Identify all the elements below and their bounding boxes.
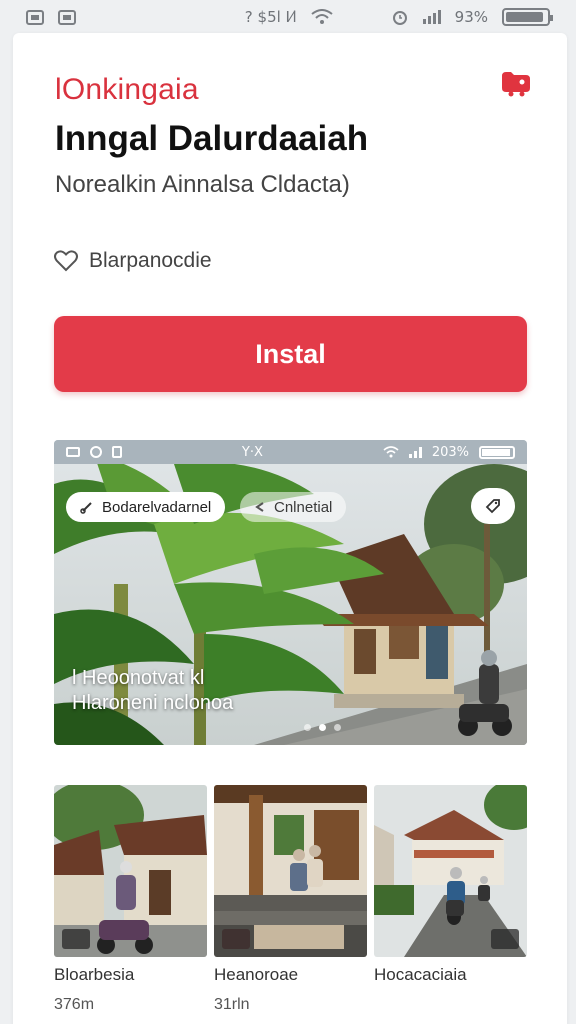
app-title: Inngal Dalurdaaiah — [55, 119, 369, 158]
tag-icon — [485, 499, 500, 514]
gallery-badge-icon — [222, 929, 250, 949]
thumbnail-3-name: Hocacaciaia — [374, 965, 467, 984]
thumbnail-1[interactable]: Bloarbesia 376m — [54, 785, 207, 1013]
carousel-dot[interactable] — [319, 724, 326, 731]
signal-icon — [422, 10, 441, 24]
app-detail-card: lOnkingaia Inngal Dalurdaaiah Norealkin … — [13, 33, 567, 1024]
preview-signal-icon — [408, 446, 422, 458]
install-button[interactable]: Instal — [54, 316, 527, 392]
preview-status-bar: Y·X 203% — [54, 440, 527, 464]
preview-caption-line-2: Hlaroneni nclonoa — [72, 692, 234, 714]
link-icon — [80, 502, 92, 514]
carousel-dots[interactable] — [304, 724, 341, 731]
battery-icon — [502, 8, 553, 26]
gallery-notification-icon — [26, 9, 44, 25]
message-notification-icon — [58, 9, 76, 25]
preview-battery-icon — [479, 445, 515, 459]
preview-chip-secondary[interactable]: Cnlnetial — [240, 492, 347, 522]
preview-chip-primary[interactable]: Bodarelvadarnel — [66, 492, 226, 522]
thumbnail-1-meta: 376m — [54, 996, 95, 1013]
preview-clock-icon — [90, 446, 102, 458]
chevron-icon — [255, 502, 264, 512]
thumbnail-1-name: Bloarbesia — [54, 965, 135, 984]
battery-percent: 93% — [454, 8, 488, 26]
thumbnail-2-image — [214, 785, 367, 957]
thumbnail-3-image — [374, 785, 527, 957]
carousel-dot[interactable] — [334, 724, 341, 731]
preview-status-center: Y·X — [241, 444, 263, 460]
thumbnail-2-meta: 31rln — [214, 996, 250, 1013]
tag-button[interactable] — [471, 488, 515, 524]
status-bar-right: ? $5l ⵏ⁄l 93% — [244, 8, 553, 26]
folder-share-icon — [502, 72, 530, 97]
heart-outline-icon — [54, 250, 78, 272]
preview-battery-percent: 203% — [431, 444, 469, 460]
thumbnail-2[interactable]: Heanoroae 31rln — [214, 785, 367, 1013]
carousel-dot[interactable] — [304, 724, 311, 731]
battery-level — [506, 12, 543, 22]
thumbnail-2-name: Heanoroae — [214, 965, 299, 984]
alarm-icon — [392, 11, 407, 25]
preview-chip-secondary-label: Cnlnetial — [274, 498, 333, 516]
thumbnail-row: Bloarbesia 376m Heanoroae 31rln Hocacaci… — [54, 785, 527, 1024]
share-button[interactable] — [499, 65, 533, 99]
preview-notification-icon — [66, 447, 80, 457]
video-badge-icon — [62, 929, 90, 949]
developer-brand[interactable]: lOnkingaia — [55, 73, 199, 107]
preview-app-icon — [112, 446, 122, 458]
preview-chip-primary-label: Bodarelvadarnel — [102, 498, 212, 516]
favorite-label: Blarpanocdie — [89, 249, 212, 272]
preview-caption: l Heoonotvat kl Hlaroneni nclonoa — [72, 666, 233, 716]
thumbnail-1-image — [54, 785, 207, 957]
screenshot-preview[interactable]: Y·X 203% Bodarelvadarnel Cnlnetial l Heo… — [54, 440, 527, 745]
status-text: ? $5l ⵏ⁄l — [244, 8, 297, 26]
favorite-toggle[interactable]: Blarpanocdie — [53, 249, 212, 273]
undo-badge-icon — [491, 929, 519, 949]
app-subtitle: Norealkin Ainnalsa Cldacta) — [55, 171, 350, 198]
status-bar: ? $5l ⵏ⁄l 93% — [0, 0, 576, 34]
preview-wifi-icon — [383, 446, 399, 458]
preview-status-left — [66, 446, 122, 458]
wifi-icon — [311, 9, 333, 24]
status-bar-left — [26, 9, 76, 25]
thumbnail-3[interactable]: Hocacaciaia — [374, 785, 527, 984]
preview-caption-line-1: l Heoonotvat kl — [72, 667, 205, 689]
preview-status-right: 203% — [383, 445, 515, 460]
